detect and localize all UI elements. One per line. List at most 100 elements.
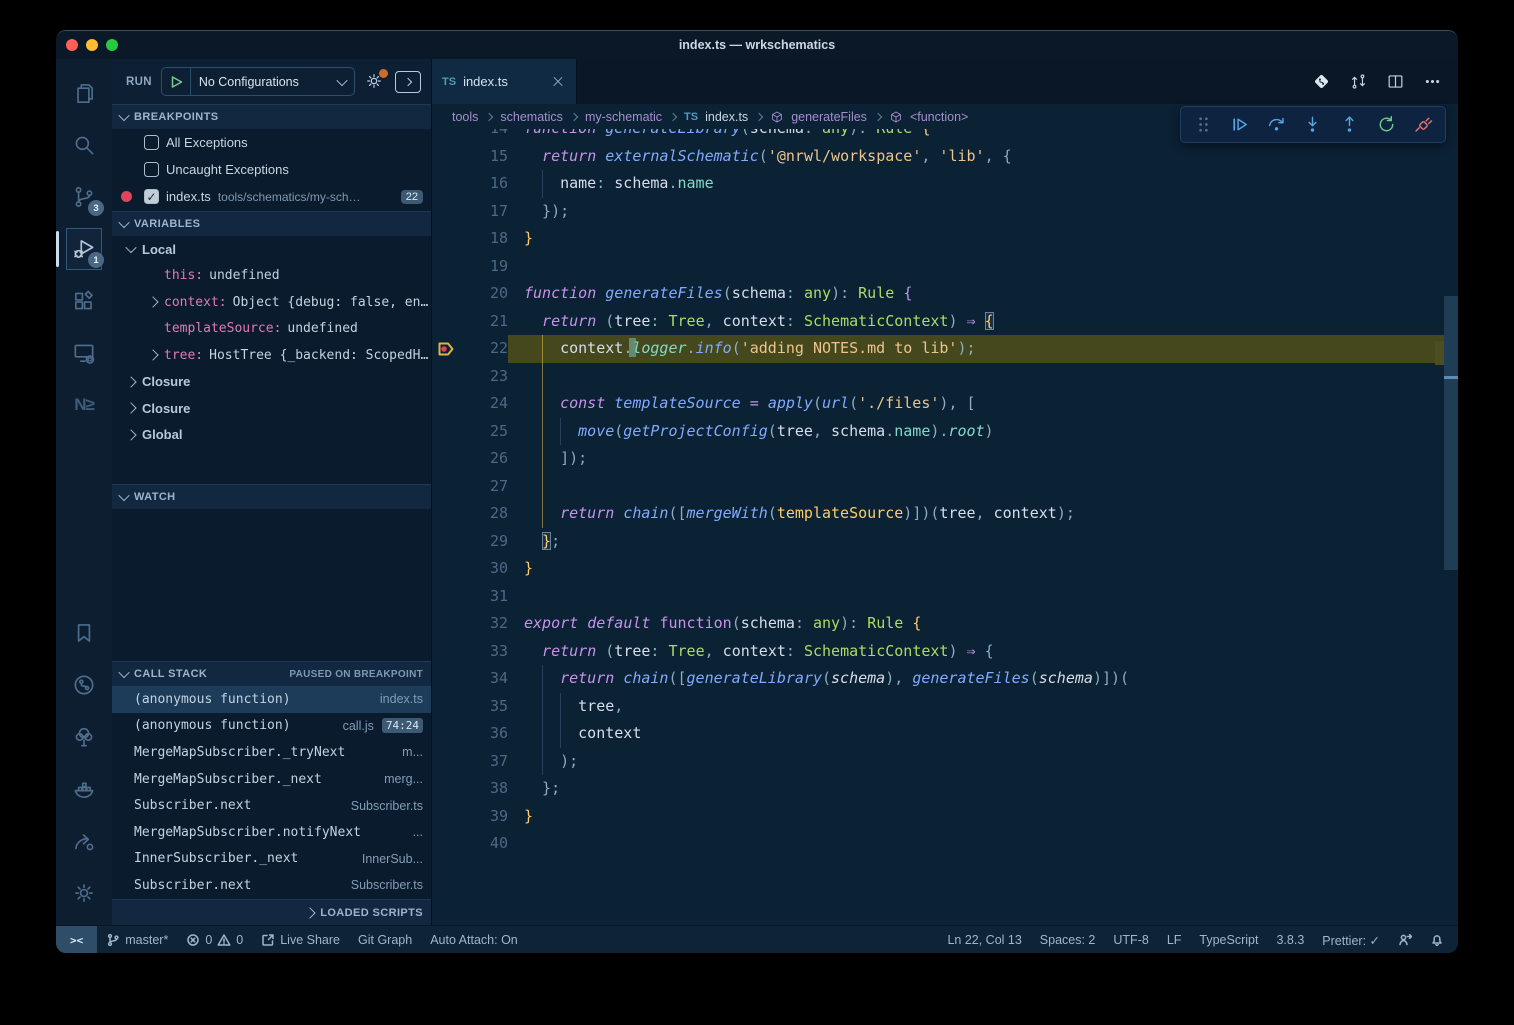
prettier-status[interactable]: Prettier: ✓ [1313,926,1389,953]
gutter[interactable]: 16 [432,170,508,198]
code-line-28[interactable]: 28 return chain([mergeWith(templateSourc… [432,500,1444,528]
code-line-15[interactable]: 15 return externalSchematic('@nrwl/works… [432,143,1444,171]
variable-row[interactable]: Closure [112,369,431,396]
code-line-21[interactable]: 21 return (tree: Tree, context: Schemati… [432,308,1444,336]
gutter[interactable]: 22 [432,335,508,363]
code-line-24[interactable]: 24 const templateSource = apply(url('./f… [432,390,1444,418]
call-stack-frame[interactable]: MergeMapSubscriber._nextmerg... [112,766,431,793]
typescript-version-status[interactable]: 3.8.3 [1267,926,1313,953]
watch-header[interactable]: WATCH [112,484,431,509]
gutter[interactable]: 29 [432,528,508,556]
code-line-37[interactable]: 37 ); [432,748,1444,776]
loaded-scripts-header[interactable]: LOADED SCRIPTS [112,899,431,925]
gutter[interactable]: 18 [432,225,508,253]
remote-indicator[interactable]: >< [56,926,97,953]
gutter[interactable]: 40 [432,830,508,858]
code-line-32[interactable]: 32export default function(schema: any): … [432,610,1444,638]
variable-row[interactable]: Closure [112,395,431,422]
gutter[interactable]: 15 [432,143,508,171]
code-line-36[interactable]: 36 context [432,720,1444,748]
code-line-31[interactable]: 31 [432,583,1444,611]
language-status[interactable]: TypeScript [1190,926,1267,953]
gutter[interactable]: 26 [432,445,508,473]
activity-manage[interactable] [60,867,108,919]
gutter[interactable]: 32 [432,610,508,638]
code-line-27[interactable]: 27 [432,473,1444,501]
synced-changes-icon[interactable] [1349,72,1368,91]
activity-source-control[interactable]: 3 [60,171,108,223]
activity-test-explorer[interactable] [60,711,108,763]
activity-remote-explorer[interactable] [60,327,108,379]
encoding-status[interactable]: UTF-8 [1104,926,1157,953]
close-tab-icon[interactable] [550,74,566,90]
split-editor-icon[interactable] [1386,72,1405,91]
call-stack-frame[interactable]: Subscriber.nextSubscriber.ts [112,872,431,899]
call-stack-frame[interactable]: Subscriber.nextSubscriber.ts [112,792,431,819]
code-line-40[interactable]: 40 [432,830,1444,858]
breadcrumb-symbol[interactable]: generateFiles [791,110,867,124]
code-line-29[interactable]: 29 }; [432,528,1444,556]
variable-row[interactable]: templateSource:undefined [112,316,431,343]
gutter[interactable]: 37 [432,748,508,776]
variable-row[interactable]: Global [112,422,431,449]
code-line-30[interactable]: 30} [432,555,1444,583]
more-actions-icon[interactable] [1423,72,1442,91]
call-stack-frame[interactable]: MergeMapSubscriber.notifyNext... [112,819,431,846]
gutter[interactable]: 34 [432,665,508,693]
restart-button[interactable] [1372,111,1400,139]
activity-search[interactable] [60,119,108,171]
current-line-breakpoint-icon[interactable] [432,335,460,363]
breakpoint-row[interactable]: All Exceptions [112,129,431,156]
git-graph-status[interactable]: Git Graph [349,926,421,953]
scrollbar-thumb[interactable] [1444,296,1458,570]
step-over-button[interactable] [1262,111,1290,139]
breadcrumb-file[interactable]: index.ts [705,110,748,124]
breadcrumb-folder[interactable]: my-schematic [585,110,662,124]
live-share-status[interactable]: Live Share [252,926,349,953]
variable-row[interactable]: tree:HostTree {_backend: ScopedH… [112,342,431,369]
cursor-position-status[interactable]: Ln 22, Col 13 [938,926,1030,953]
step-out-button[interactable] [1336,111,1364,139]
eol-status[interactable]: LF [1158,926,1191,953]
gutter[interactable]: 36 [432,720,508,748]
launch-configuration-dropdown[interactable]: No Configurations [161,67,355,96]
open-changes-icon[interactable] [1312,72,1331,91]
variable-row[interactable]: Local [112,236,431,263]
variables-header[interactable]: VARIABLES [112,211,431,236]
gutter[interactable]: 39 [432,803,508,831]
toolbar-drag-handle[interactable] [1189,111,1217,139]
breadcrumb-symbol[interactable]: <function> [910,110,968,124]
breadcrumb-folder[interactable]: tools [452,110,478,124]
code-area[interactable]: 14function generateLibrary(schema: any):… [432,129,1458,925]
code-line-25[interactable]: 25 move(getProjectConfig(tree, schema.na… [432,418,1444,446]
code-line-33[interactable]: 33 return (tree: Tree, context: Schemati… [432,638,1444,666]
code-line-38[interactable]: 38 }; [432,775,1444,803]
gutter[interactable]: 33 [432,638,508,666]
gutter[interactable]: 25 [432,418,508,446]
variable-row[interactable]: context:Object {debug: false, en… [112,289,431,316]
call-stack-frame[interactable]: (anonymous function)index.ts [112,686,431,713]
gutter[interactable]: 30 [432,555,508,583]
tab-index-ts[interactable]: TS index.ts [432,59,577,104]
code-line-34[interactable]: 34 return chain([generateLibrary(schema)… [432,665,1444,693]
auto-attach-status[interactable]: Auto Attach: On [421,926,527,953]
activity-live-share[interactable] [60,815,108,867]
gutter[interactable]: 23 [432,363,508,391]
feedback-button[interactable] [1389,926,1421,953]
gutter[interactable]: 35 [432,693,508,721]
variable-row[interactable]: this:undefined [112,263,431,290]
breakpoints-header[interactable]: BREAKPOINTS [112,104,431,129]
gutter[interactable]: 21 [432,308,508,336]
breakpoint-row[interactable]: Uncaught Exceptions [112,156,431,183]
gutter[interactable]: 38 [432,775,508,803]
activity-docker[interactable] [60,763,108,815]
continue-button[interactable] [1226,111,1254,139]
code-line-35[interactable]: 35 tree, [432,693,1444,721]
call-stack-header[interactable]: CALL STACK PAUSED ON BREAKPOINT [112,661,431,686]
debug-console-button[interactable] [395,71,421,93]
indentation-status[interactable]: Spaces: 2 [1031,926,1105,953]
code-line-16[interactable]: 16 name: schema.name [432,170,1444,198]
activity-explorer[interactable] [60,67,108,119]
notifications-button[interactable] [1421,926,1458,953]
call-stack-frame[interactable]: (anonymous function)call.js74:24 [112,713,431,740]
